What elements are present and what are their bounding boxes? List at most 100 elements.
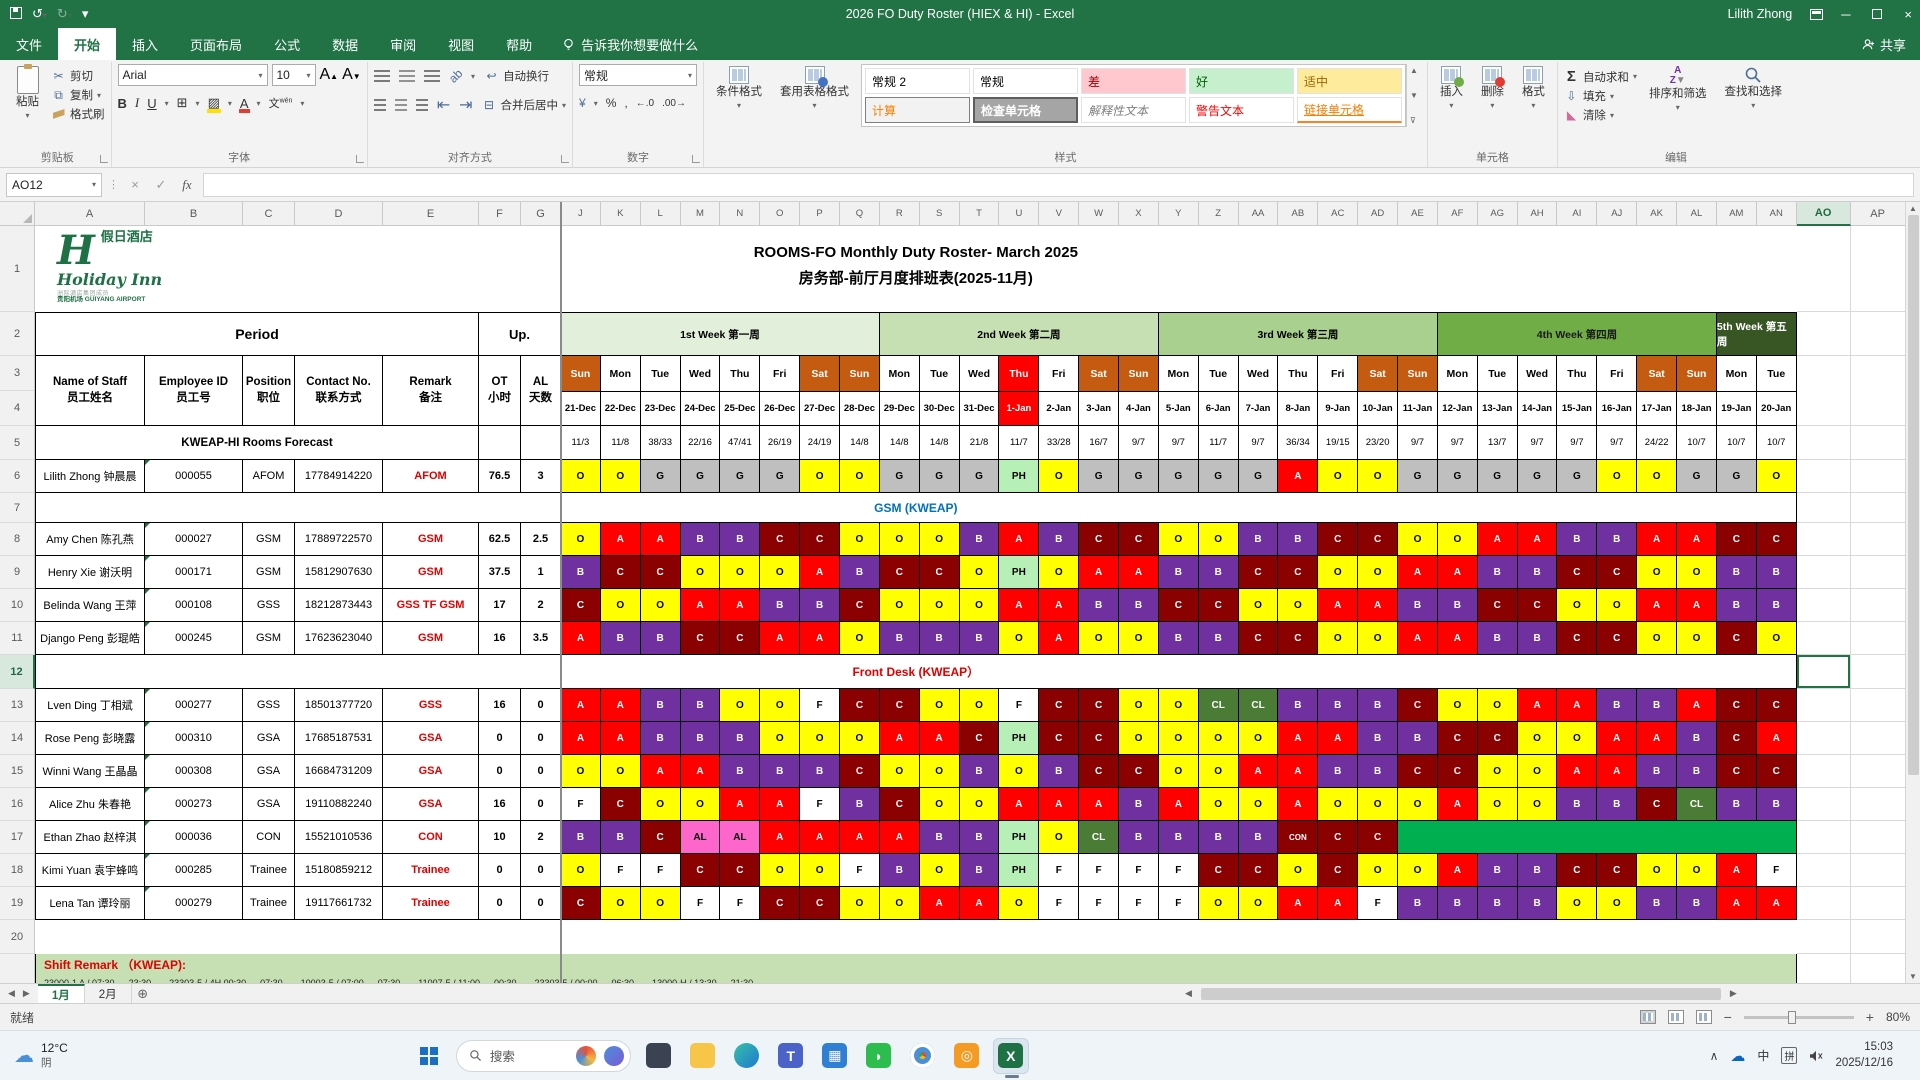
date-cell[interactable]: 3-Jan bbox=[1079, 392, 1119, 426]
shift-cell[interactable]: O bbox=[879, 523, 920, 556]
shift-cell[interactable]: O bbox=[1477, 689, 1518, 722]
style-chip[interactable]: 解释性文本 bbox=[1081, 97, 1187, 123]
shift-cell[interactable]: B bbox=[1119, 821, 1159, 854]
staff-id[interactable]: 000285 bbox=[145, 854, 243, 887]
shift-cell[interactable]: A bbox=[760, 622, 801, 655]
staff-position[interactable]: GSM bbox=[243, 622, 295, 655]
decrease-indent-icon[interactable]: ⇤ bbox=[437, 95, 450, 115]
date-cell[interactable]: 13-Jan bbox=[1477, 392, 1517, 426]
shift-cell[interactable]: A bbox=[640, 755, 681, 788]
forecast-cell[interactable]: 24/19 bbox=[800, 426, 841, 460]
staff-remark[interactable]: GSA bbox=[383, 788, 479, 821]
shift-cell[interactable]: A bbox=[1119, 556, 1159, 589]
date-cell[interactable]: 4-Jan bbox=[1119, 392, 1158, 426]
shift-cell[interactable]: B bbox=[720, 523, 761, 556]
cell[interactable] bbox=[1796, 226, 1851, 312]
shift-cell[interactable]: O bbox=[879, 755, 920, 788]
staff-contact[interactable]: 17623623040 bbox=[295, 622, 383, 655]
cell[interactable] bbox=[1796, 887, 1851, 920]
formula-input[interactable] bbox=[203, 172, 1914, 197]
shift-cell[interactable]: O bbox=[1318, 622, 1359, 655]
bold-button[interactable]: B bbox=[118, 96, 127, 111]
shift-cell[interactable]: B bbox=[1716, 788, 1757, 821]
forecast-cell[interactable]: 11/3 bbox=[561, 426, 601, 460]
shift-cell[interactable]: PH bbox=[999, 854, 1040, 887]
shift-cell[interactable]: B bbox=[959, 821, 1000, 854]
shift-cell[interactable]: C bbox=[1597, 622, 1638, 655]
shift-cell[interactable]: C bbox=[840, 689, 880, 722]
shift-cell[interactable]: B bbox=[1398, 887, 1438, 920]
shift-cell[interactable]: B bbox=[1597, 689, 1638, 722]
staff-al[interactable]: 3 bbox=[521, 460, 561, 493]
shift-cell[interactable]: O bbox=[1517, 788, 1558, 821]
row-header-20[interactable]: 20 bbox=[0, 920, 35, 954]
shift-cell[interactable]: O bbox=[600, 460, 641, 493]
staff-contact[interactable]: 16684731209 bbox=[295, 755, 383, 788]
staff-al[interactable]: 1 bbox=[521, 556, 561, 589]
cell[interactable] bbox=[1850, 493, 1906, 523]
cell[interactable] bbox=[1796, 523, 1851, 556]
row-header-17[interactable]: 17 bbox=[0, 821, 35, 854]
shift-cell[interactable]: O bbox=[680, 788, 721, 821]
shift-cell[interactable]: O bbox=[1517, 755, 1558, 788]
tab-审阅[interactable]: 审阅 bbox=[374, 28, 432, 60]
shift-cell[interactable]: B bbox=[720, 722, 761, 755]
shift-cell[interactable]: A bbox=[760, 788, 801, 821]
shift-cell[interactable]: A bbox=[1637, 722, 1678, 755]
shift-cell[interactable]: A bbox=[1079, 788, 1120, 821]
period-header[interactable]: Period bbox=[35, 312, 479, 356]
shift-cell[interactable]: A bbox=[1637, 523, 1678, 556]
shift-cell[interactable]: O bbox=[561, 460, 601, 493]
shift-cell[interactable]: A bbox=[1437, 622, 1478, 655]
style-chip[interactable]: 检查单元格 bbox=[973, 97, 1079, 123]
shift-cell[interactable]: F bbox=[1039, 854, 1080, 887]
staff-ot[interactable]: 0 bbox=[479, 755, 521, 788]
shift-cell[interactable]: O bbox=[800, 722, 841, 755]
ime-icon[interactable]: 拼 bbox=[1781, 1047, 1798, 1064]
column-header-AN[interactable]: AN bbox=[1756, 202, 1797, 226]
shift-cell[interactable]: O bbox=[840, 622, 880, 655]
shift-cell[interactable]: O bbox=[919, 755, 960, 788]
cell[interactable] bbox=[1796, 556, 1851, 589]
normal-view-icon[interactable] bbox=[1639, 1010, 1656, 1024]
shift-cell[interactable]: A bbox=[1637, 589, 1678, 622]
forecast-cell[interactable]: 26/19 bbox=[760, 426, 801, 460]
row-header-remark[interactable] bbox=[0, 954, 35, 983]
shift-cell[interactable]: B bbox=[561, 821, 601, 854]
cell[interactable] bbox=[1796, 788, 1851, 821]
forecast-cell[interactable]: 10/7 bbox=[1716, 426, 1757, 460]
date-cell[interactable]: 11-Jan bbox=[1398, 392, 1437, 426]
day-name-cell[interactable]: Wed bbox=[1238, 356, 1278, 392]
column-header-D[interactable]: D bbox=[295, 202, 383, 226]
shift-cell[interactable]: B bbox=[600, 821, 641, 854]
shift-cell[interactable]: O bbox=[1756, 622, 1797, 655]
staff-id[interactable]: 000310 bbox=[145, 722, 243, 755]
shift-cell[interactable]: B bbox=[1437, 887, 1478, 920]
shift-cell[interactable]: A bbox=[600, 523, 641, 556]
shift-cell[interactable]: C bbox=[1477, 722, 1518, 755]
shift-cell[interactable]: O bbox=[999, 755, 1040, 788]
column-header-T[interactable]: T bbox=[959, 202, 1000, 226]
cell[interactable] bbox=[1850, 788, 1906, 821]
column-header-AG[interactable]: AG bbox=[1477, 202, 1518, 226]
shift-cell[interactable]: O bbox=[1358, 854, 1399, 887]
shift-cell[interactable]: C bbox=[1477, 589, 1518, 622]
day-name-cell[interactable]: Sat bbox=[800, 356, 840, 392]
shift-cell[interactable]: G bbox=[1716, 460, 1757, 493]
shift-cell[interactable]: B bbox=[1677, 755, 1717, 788]
shift-cell[interactable]: G bbox=[1158, 460, 1199, 493]
wrap-text-button[interactable]: ↩ 自动换行 bbox=[484, 68, 550, 84]
shift-cell[interactable]: G bbox=[919, 460, 960, 493]
shift-cell[interactable]: A bbox=[1398, 556, 1438, 589]
shift-cell[interactable]: B bbox=[959, 523, 1000, 556]
column-header-AA[interactable]: AA bbox=[1238, 202, 1279, 226]
column-header-AM[interactable]: AM bbox=[1716, 202, 1757, 226]
shrink-font-button[interactable]: A▼ bbox=[342, 66, 361, 84]
forecast-cell[interactable]: 11/7 bbox=[999, 426, 1040, 460]
shift-cell[interactable]: B bbox=[1557, 523, 1598, 556]
forecast-cell[interactable]: 38/33 bbox=[640, 426, 681, 460]
day-name-cell[interactable]: Wed bbox=[959, 356, 999, 392]
shift-cell[interactable]: B bbox=[1278, 689, 1319, 722]
staff-remark[interactable]: GSA bbox=[383, 722, 479, 755]
shift-cell[interactable]: O bbox=[959, 589, 1000, 622]
